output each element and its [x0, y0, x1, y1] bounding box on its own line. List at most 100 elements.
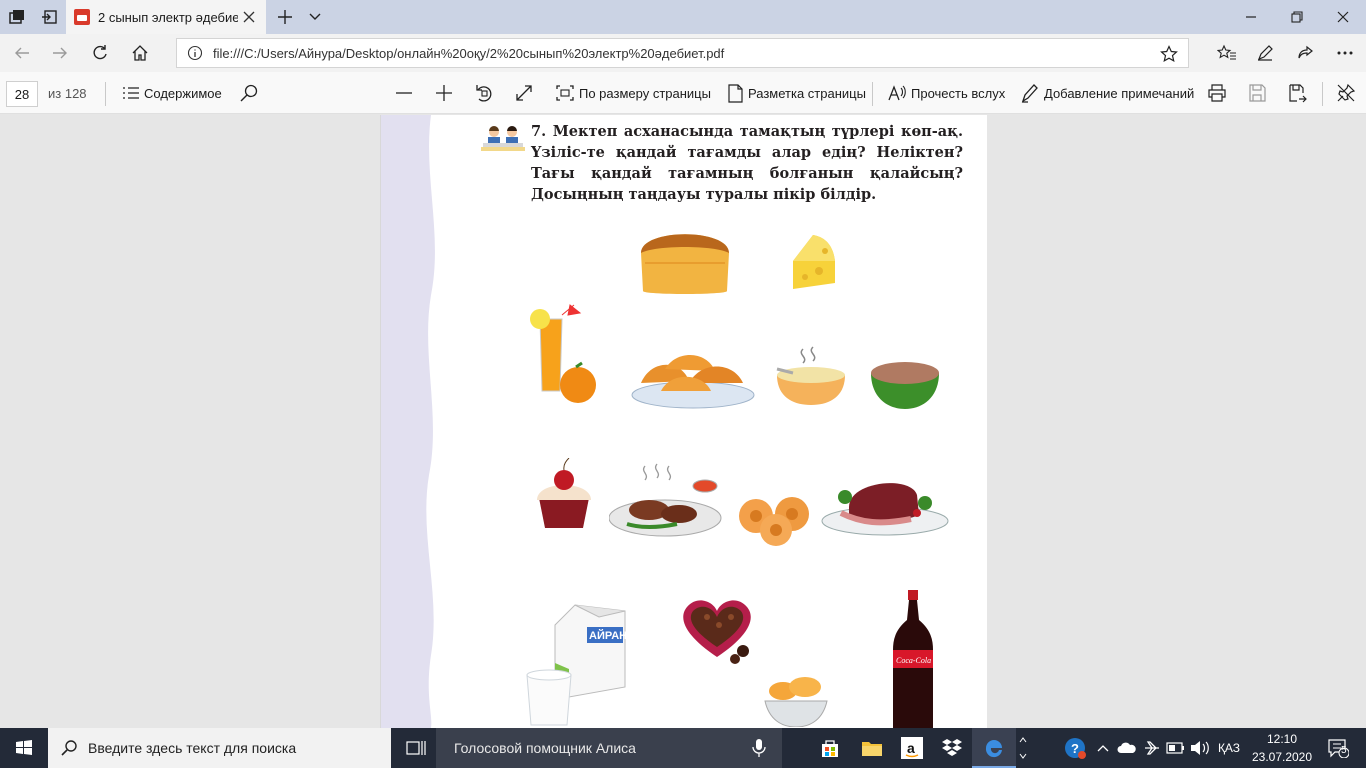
print-icon[interactable]: [1206, 82, 1228, 104]
help-icon[interactable]: ?: [1060, 728, 1090, 768]
search-icon: [60, 739, 78, 762]
fit-page-button[interactable]: По размеру страницы: [579, 86, 711, 101]
read-aloud-button[interactable]: Прочесть вслух: [911, 86, 1005, 101]
assistant-label: Голосовой помощник Алиса: [454, 740, 636, 756]
rotate-icon[interactable]: [473, 82, 495, 104]
svg-text:?: ?: [1071, 741, 1079, 756]
url-text: file:///C:/Users/Айнура/Desktop/онлайн%2…: [213, 45, 725, 61]
soup-bowl-image: [776, 346, 845, 405]
clock-time: 12:10: [1266, 732, 1298, 746]
favorite-star-icon[interactable]: [1160, 45, 1178, 68]
cutlets-plate-image: [609, 463, 722, 537]
amazon-icon[interactable]: a: [892, 728, 932, 768]
zoom-out-icon[interactable]: [393, 82, 415, 104]
page-layout-icon[interactable]: [724, 82, 746, 104]
taskbar-search-input[interactable]: Введите здесь текст для поиска: [48, 728, 391, 768]
pdf-file-icon: [74, 9, 90, 25]
favorites-icon[interactable]: [1207, 34, 1247, 72]
page-layout-button[interactable]: Разметка страницы: [748, 86, 866, 101]
tab-pdf[interactable]: 2 сынып электр әдебиет: [66, 0, 266, 34]
contents-button[interactable]: Содержимое: [144, 86, 222, 101]
tab-title: 2 сынып электр әдебиет: [98, 9, 238, 25]
task-body: Мектеп асханасында тамақтың түрлері көп-…: [531, 123, 963, 203]
unpin-toolbar-icon[interactable]: [1335, 82, 1357, 104]
new-tab-icon[interactable]: [268, 0, 302, 34]
pdf-viewport[interactable]: 7. Мектеп асханасында тамақтың түрлері к…: [0, 115, 1366, 728]
tab-preview-chevron-icon[interactable]: [298, 0, 332, 34]
address-toolbar: file:///C:/Users/Айнура/Desktop/онлайн%2…: [0, 34, 1366, 72]
forward-icon[interactable]: [40, 34, 80, 72]
info-icon[interactable]: [187, 45, 203, 61]
refresh-icon[interactable]: [80, 34, 120, 72]
set-aside-tabs-icon[interactable]: [32, 0, 66, 34]
battery-icon[interactable]: [1164, 728, 1188, 768]
clock-date: 23.07.2020: [1251, 750, 1313, 764]
add-notes-icon[interactable]: [1019, 82, 1041, 104]
pdf-page: 7. Мектеп асханасында тамақтың түрлері к…: [380, 115, 987, 728]
address-field[interactable]: file:///C:/Users/Айнура/Desktop/онлайн%2…: [176, 38, 1189, 68]
language-indicator[interactable]: ҚАЗ: [1212, 728, 1246, 768]
dropbox-icon[interactable]: [932, 728, 972, 768]
back-icon[interactable]: [2, 34, 42, 72]
microphone-icon[interactable]: [752, 738, 766, 763]
close-window-icon[interactable]: [1320, 0, 1366, 34]
restore-icon[interactable]: [1274, 0, 1320, 34]
divider: [105, 82, 106, 106]
divider: [872, 82, 873, 106]
pastries-image: [739, 497, 809, 546]
divider: [1322, 82, 1323, 106]
minimize-icon[interactable]: [1228, 0, 1274, 34]
show-hidden-icons-icon[interactable]: [1092, 728, 1114, 768]
search-placeholder: Введите здесь текст для поиска: [88, 740, 297, 756]
notification-count: 5: [1341, 745, 1347, 756]
tab-bar: 2 сынып электр әдебиет: [0, 0, 1366, 34]
share-icon[interactable]: [1285, 34, 1325, 72]
more-icon[interactable]: [1325, 34, 1365, 72]
chocolates-box-image: [683, 600, 751, 664]
airplane-mode-icon[interactable]: [1140, 728, 1164, 768]
task-text: 7. Мектеп асханасында тамақтың түрлері к…: [531, 121, 963, 205]
orange-juice-image: [530, 304, 596, 403]
cola-bottle-image: Coca-Cola: [893, 590, 933, 728]
ayran-image: АЙРАН: [526, 604, 627, 726]
page-number-input[interactable]: 28: [6, 81, 38, 107]
fit-page-icon[interactable]: [554, 82, 576, 104]
task-view-icon[interactable]: [396, 728, 436, 768]
page-total: из 128: [48, 86, 87, 101]
file-explorer-icon[interactable]: [852, 728, 892, 768]
tab-actions-icon[interactable]: [0, 0, 34, 34]
add-notes-button[interactable]: Добавление примечаний: [1044, 86, 1194, 101]
edge-browser-icon[interactable]: [972, 728, 1016, 768]
notifications-icon[interactable]: 5: [1318, 728, 1358, 768]
onedrive-cloud-icon[interactable]: [1114, 728, 1140, 768]
volume-icon[interactable]: [1188, 728, 1212, 768]
pair-work-icon: [481, 126, 525, 151]
cupcake-image: [537, 458, 591, 528]
taskbar-scroll-icon[interactable]: [1016, 728, 1030, 768]
page-margin-decoration: [381, 115, 435, 728]
svg-text:a: a: [907, 740, 915, 756]
voice-assistant-bar[interactable]: Голосовой помощник Алиса: [436, 728, 782, 768]
clock[interactable]: 12:10 23.07.2020: [1248, 730, 1316, 766]
search-icon[interactable]: [238, 82, 260, 104]
save-icon[interactable]: [1246, 82, 1268, 104]
pen-notes-icon[interactable]: [1245, 34, 1285, 72]
save-as-icon[interactable]: [1286, 82, 1308, 104]
cheese-image: [793, 235, 835, 289]
close-tab-icon[interactable]: [240, 8, 258, 26]
zoom-in-icon[interactable]: [433, 82, 455, 104]
start-windows-icon[interactable]: [0, 728, 48, 768]
contents-icon[interactable]: [120, 82, 142, 104]
home-icon[interactable]: [120, 34, 160, 72]
bread-image: [641, 234, 729, 294]
pdf-toolbar: 28 из 128 Содержимое По размеру страницы…: [0, 72, 1366, 114]
read-aloud-icon[interactable]: [886, 82, 908, 104]
fullscreen-icon[interactable]: [513, 82, 535, 104]
store-icon[interactable]: [810, 728, 850, 768]
chips-bowl-image: [764, 677, 828, 727]
taskbar: Введите здесь текст для поиска Голосовой…: [0, 728, 1366, 768]
roast-meat-image: [821, 483, 949, 536]
porridge-bowl-image: [871, 362, 939, 409]
pies-plate-image: [631, 354, 755, 409]
ayran-label: АЙРАН: [589, 629, 627, 642]
